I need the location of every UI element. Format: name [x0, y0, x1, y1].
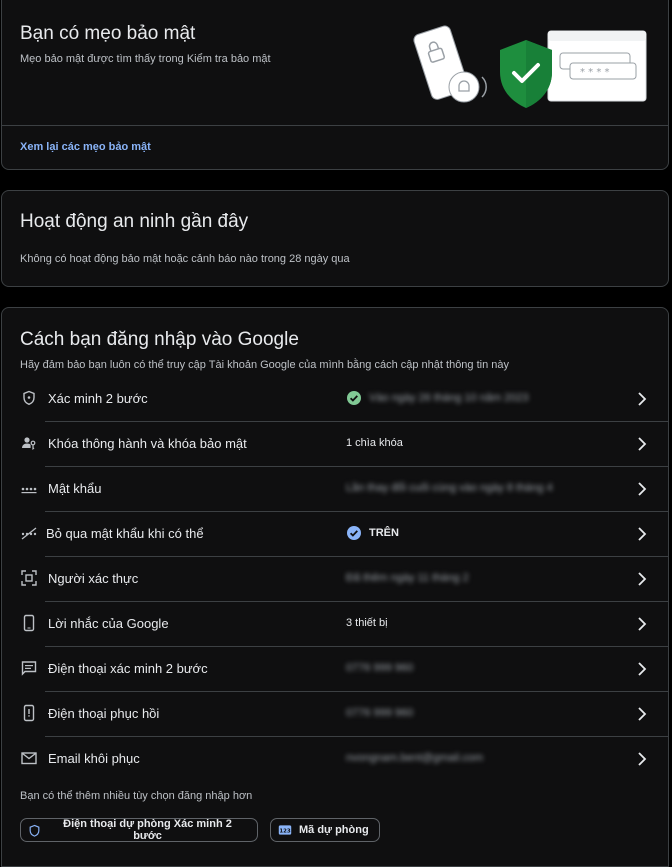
- recent-activity-title: Hoạt động an ninh gần đây: [20, 211, 249, 232]
- signin-row-2-step-verification[interactable]: Xác minh 2 bước Vào ngày 26 tháng 10 năm…: [2, 377, 668, 422]
- row-value: nvongnam.bent@gmail.com: [346, 752, 484, 764]
- chevron-right-icon: [638, 752, 647, 766]
- row-label: Điện thoại phục hồi: [48, 706, 160, 721]
- signin-row-google-prompts[interactable]: Lời nhắc của Google 3 thiết bị: [2, 602, 668, 647]
- row-label: Lời nhắc của Google: [48, 616, 169, 631]
- signin-row-passkeys[interactable]: Khóa thông hành và khóa bảo mật 1 chìa k…: [2, 422, 668, 467]
- authenticator-icon: [21, 570, 37, 586]
- row-value: Vào ngày 26 tháng 10 năm 2023: [369, 392, 529, 404]
- review-security-tips-link[interactable]: Xem lại các mẹo bảo mật: [20, 141, 151, 153]
- signin-subtitle: Hãy đảm bảo bạn luôn có thể truy cập Tài…: [20, 359, 510, 371]
- security-tips-card: Bạn có mẹo bảo mật Mẹo bảo mật được tìm …: [1, 0, 669, 170]
- sms-icon: [21, 661, 37, 676]
- row-label: Mật khẩu: [48, 481, 102, 496]
- security-illustration-icon: * * * *: [413, 25, 647, 108]
- signin-row-authenticator[interactable]: Người xác thực Đã thêm ngày 11 tháng 2: [2, 557, 668, 602]
- chevron-right-icon: [638, 572, 647, 586]
- chevron-right-icon: [638, 482, 647, 496]
- security-tips-title: Bạn có mẹo bảo mật: [20, 23, 196, 44]
- chevron-right-icon: [638, 707, 647, 721]
- backup-codes-icon: 123: [278, 825, 292, 835]
- check-circle-icon: [347, 391, 361, 405]
- row-label: Xác minh 2 bước: [48, 391, 148, 406]
- row-value: 3 thiết bị: [346, 617, 388, 629]
- chevron-right-icon: [638, 617, 647, 631]
- backup-codes-button[interactable]: 123 Mã dự phòng: [270, 818, 380, 842]
- skip-password-icon: [21, 527, 37, 540]
- recent-activity-card: Hoạt động an ninh gần đây Không có hoạt …: [1, 190, 669, 287]
- recent-activity-subtitle: Không có hoạt động bảo mật hoặc cảnh báo…: [20, 253, 350, 265]
- recovery-phone-icon: [23, 704, 35, 722]
- svg-text:123: 123: [279, 828, 291, 834]
- chip-label: Mã dự phòng: [299, 824, 369, 836]
- signin-row-2sv-phone[interactable]: Điện thoại xác minh 2 bước 0776 999 960: [2, 647, 668, 692]
- row-label: Người xác thực: [48, 571, 139, 586]
- signin-row-recovery-phone[interactable]: Điện thoại phục hồi 0776 999 960: [2, 692, 668, 737]
- row-label: Bỏ qua mật khẩu khi có thể: [46, 526, 204, 541]
- row-value: Đã thêm ngày 11 tháng 2: [346, 572, 469, 584]
- signin-row-recovery-email[interactable]: Email khôi phục nvongnam.bent@gmail.com: [2, 737, 668, 782]
- chip-label: Điện thoại dự phòng Xác minh 2 bước: [63, 818, 232, 842]
- signin-row-skip-password[interactable]: Bỏ qua mật khẩu khi có thể TRÊN: [2, 512, 668, 557]
- svg-text:* * * *: * * * *: [580, 67, 610, 78]
- row-value: Lần thay đổi cuối cùng vào ngày 8 tháng …: [346, 482, 553, 494]
- password-dots-icon: [21, 487, 37, 494]
- passkey-icon: [22, 437, 36, 451]
- chevron-right-icon: [638, 662, 647, 676]
- row-label: Email khôi phục: [48, 751, 140, 766]
- signin-title: Cách bạn đăng nhập vào Google: [20, 329, 299, 350]
- chevron-right-icon: [638, 437, 647, 451]
- shield-icon: [29, 824, 40, 837]
- row-value: 0776 999 960: [346, 662, 414, 674]
- row-value: TRÊN: [369, 527, 399, 539]
- more-options-text: Bạn có thể thêm nhiều tùy chọn đăng nhập…: [20, 790, 253, 802]
- phone-icon: [23, 614, 35, 632]
- signin-methods-card: Cách bạn đăng nhập vào Google Hãy đảm bả…: [1, 307, 669, 867]
- divider: [2, 125, 668, 126]
- security-tips-subtitle: Mẹo bảo mật được tìm thấy trong Kiểm tra…: [20, 53, 271, 65]
- row-label: Khóa thông hành và khóa bảo mật: [48, 436, 247, 451]
- shield-icon: [23, 390, 35, 406]
- chevron-right-icon: [638, 527, 647, 541]
- mail-icon: [21, 752, 37, 765]
- chevron-right-icon: [638, 392, 647, 406]
- add-backup-2sv-phone-button[interactable]: Điện thoại dự phòng Xác minh 2 bước: [20, 818, 258, 842]
- signin-row-password[interactable]: Mật khẩu Lần thay đổi cuối cùng vào ngày…: [2, 467, 668, 512]
- row-value: 1 chìa khóa: [346, 437, 403, 449]
- row-value: 0776 999 960: [346, 707, 414, 719]
- row-label: Điện thoại xác minh 2 bước: [48, 661, 208, 676]
- verified-badge-icon: [347, 526, 361, 540]
